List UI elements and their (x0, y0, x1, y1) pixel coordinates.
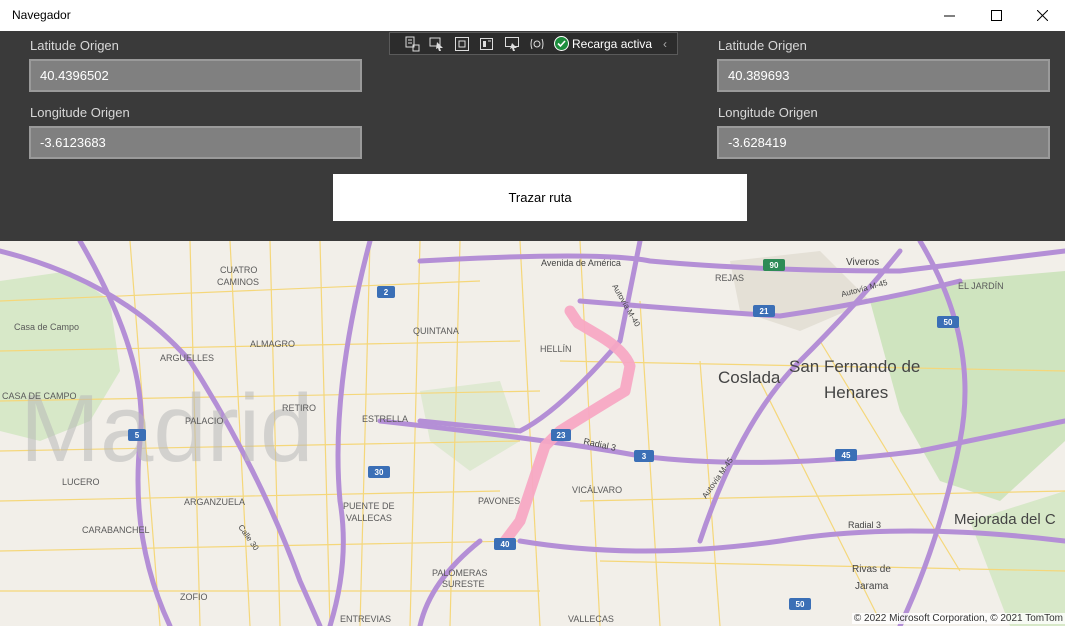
hot-reload-label: Recarga activa (572, 36, 653, 51)
place-carabanchel: CARABANCHEL (82, 525, 150, 535)
place-coslada: Coslada (718, 368, 781, 387)
origin-longitude-input[interactable]: -3.6123683 (29, 126, 362, 159)
place-vicalvaro: VICÁLVARO (572, 485, 622, 495)
hot-reload-status[interactable]: Recarga activa (554, 36, 652, 51)
place-quintana: QUINTANA (413, 326, 459, 336)
road-calle-30: Calle 30 (236, 523, 261, 553)
title-bar: Navegador (0, 0, 1065, 31)
live-visual-tree-button[interactable] (402, 35, 422, 53)
place-palacio: PALACIO (185, 416, 223, 426)
destination-latitude-label: Latitude Origen (718, 38, 807, 53)
minimize-button[interactable] (926, 0, 972, 31)
binding-failures-icon (530, 38, 544, 49)
place-pavones: PAVONES (478, 496, 520, 506)
place-rivas-2: Jarama (855, 581, 889, 592)
place-casa-de-campo: Casa de Campo (14, 322, 79, 332)
shield-5: 5 (135, 431, 140, 440)
track-focus-icon (480, 37, 493, 50)
place-caminos: CAMINOS (217, 277, 259, 287)
place-estrella: ESTRELLA (362, 414, 408, 424)
place-mejorada: Mejorada del C (954, 511, 1056, 528)
select-element-button[interactable] (427, 35, 447, 53)
minimize-icon (943, 15, 955, 17)
place-almagro: ALMAGRO (250, 339, 295, 349)
place-cuatro: CUATRO (220, 265, 257, 275)
place-hellin: HELLÍN (540, 344, 572, 354)
shield-21: 21 (760, 307, 769, 316)
destination-longitude-label: Longitude Origen (718, 105, 818, 120)
binding-failures-button[interactable] (527, 35, 547, 53)
live-visual-tree-icon (405, 36, 420, 51)
map-canvas: Madrid CUATRO CAMINOS Casa de Campo ARGU… (0, 241, 1065, 626)
place-san-fernando-2: Henares (824, 383, 888, 402)
place-el-jardin: EL JARDÍN (958, 281, 1004, 291)
place-sureste: SURESTE (442, 579, 485, 589)
preview-selection-button[interactable] (502, 35, 522, 53)
place-san-fernando-1: San Fernando de (789, 357, 920, 376)
shield-23: 23 (557, 431, 566, 440)
place-lucero: LUCERO (62, 477, 100, 487)
display-layout-adorners-icon (455, 36, 469, 51)
origin-latitude-label: Latitude Origen (30, 38, 119, 53)
origin-latitude-input[interactable]: 40.4396502 (29, 59, 362, 92)
display-layout-adorners-button[interactable] (452, 35, 472, 53)
place-viveros: Viveros (846, 257, 879, 268)
shield-30: 30 (375, 468, 384, 477)
road-radial-3-b: Radial 3 (848, 520, 881, 530)
xaml-debug-toolbar: Recarga activa ‹ (389, 32, 678, 55)
shield-50: 50 (944, 318, 953, 327)
track-focus-button[interactable] (477, 35, 497, 53)
place-casa-de-campo-district: CASA DE CAMPO (2, 391, 77, 401)
shield-3: 3 (642, 452, 647, 461)
destination-latitude-input[interactable]: 40.389693 (717, 59, 1050, 92)
preview-selection-icon (505, 36, 519, 51)
park-east (870, 271, 1065, 501)
close-icon (1036, 10, 1048, 21)
place-arguelles: ARGUELLES (160, 353, 214, 363)
maximize-icon (990, 10, 1002, 21)
place-vallecas-puente: VALLECAS (346, 513, 392, 523)
maximize-button[interactable] (973, 0, 1019, 31)
shield-40: 40 (501, 540, 510, 549)
shield-2: 2 (384, 288, 389, 297)
destination-longitude-input[interactable]: -3.628419 (717, 126, 1050, 159)
shield-50-south: 50 (796, 600, 805, 609)
place-entrevias: ENTREVIAS (340, 614, 391, 624)
place-rivas-1: Rivas de (852, 564, 891, 575)
window-title: Navegador (12, 8, 71, 22)
place-retiro: RETIRO (282, 403, 316, 413)
map-view[interactable]: Madrid CUATRO CAMINOS Casa de Campo ARGU… (0, 241, 1065, 626)
place-palomeras: PALOMERAS (432, 568, 487, 578)
shield-45: 45 (842, 451, 851, 460)
place-rejas: REJAS (715, 273, 744, 283)
chevron-left-icon[interactable]: ‹ (663, 37, 667, 51)
checkmark-circle-icon (554, 36, 569, 51)
select-element-icon (429, 37, 443, 51)
place-arganzuela: ARGANZUELA (184, 497, 245, 507)
close-button[interactable] (1019, 0, 1065, 31)
place-vallecas: VALLECAS (568, 614, 614, 624)
shield-90: 90 (770, 261, 779, 270)
coordinates-panel: Recarga activa ‹ Latitude Origen 40.4396… (0, 31, 1065, 241)
place-avenida-de-america: Avenida de América (541, 258, 621, 268)
origin-longitude-label: Longitude Origen (30, 105, 130, 120)
place-zofio: ZOFIO (180, 592, 208, 602)
trace-route-button[interactable]: Trazar ruta (333, 174, 747, 221)
map-copyright: © 2022 Microsoft Corporation, © 2021 Tom… (851, 613, 1065, 624)
place-puente-de: PUENTE DE (343, 501, 395, 511)
